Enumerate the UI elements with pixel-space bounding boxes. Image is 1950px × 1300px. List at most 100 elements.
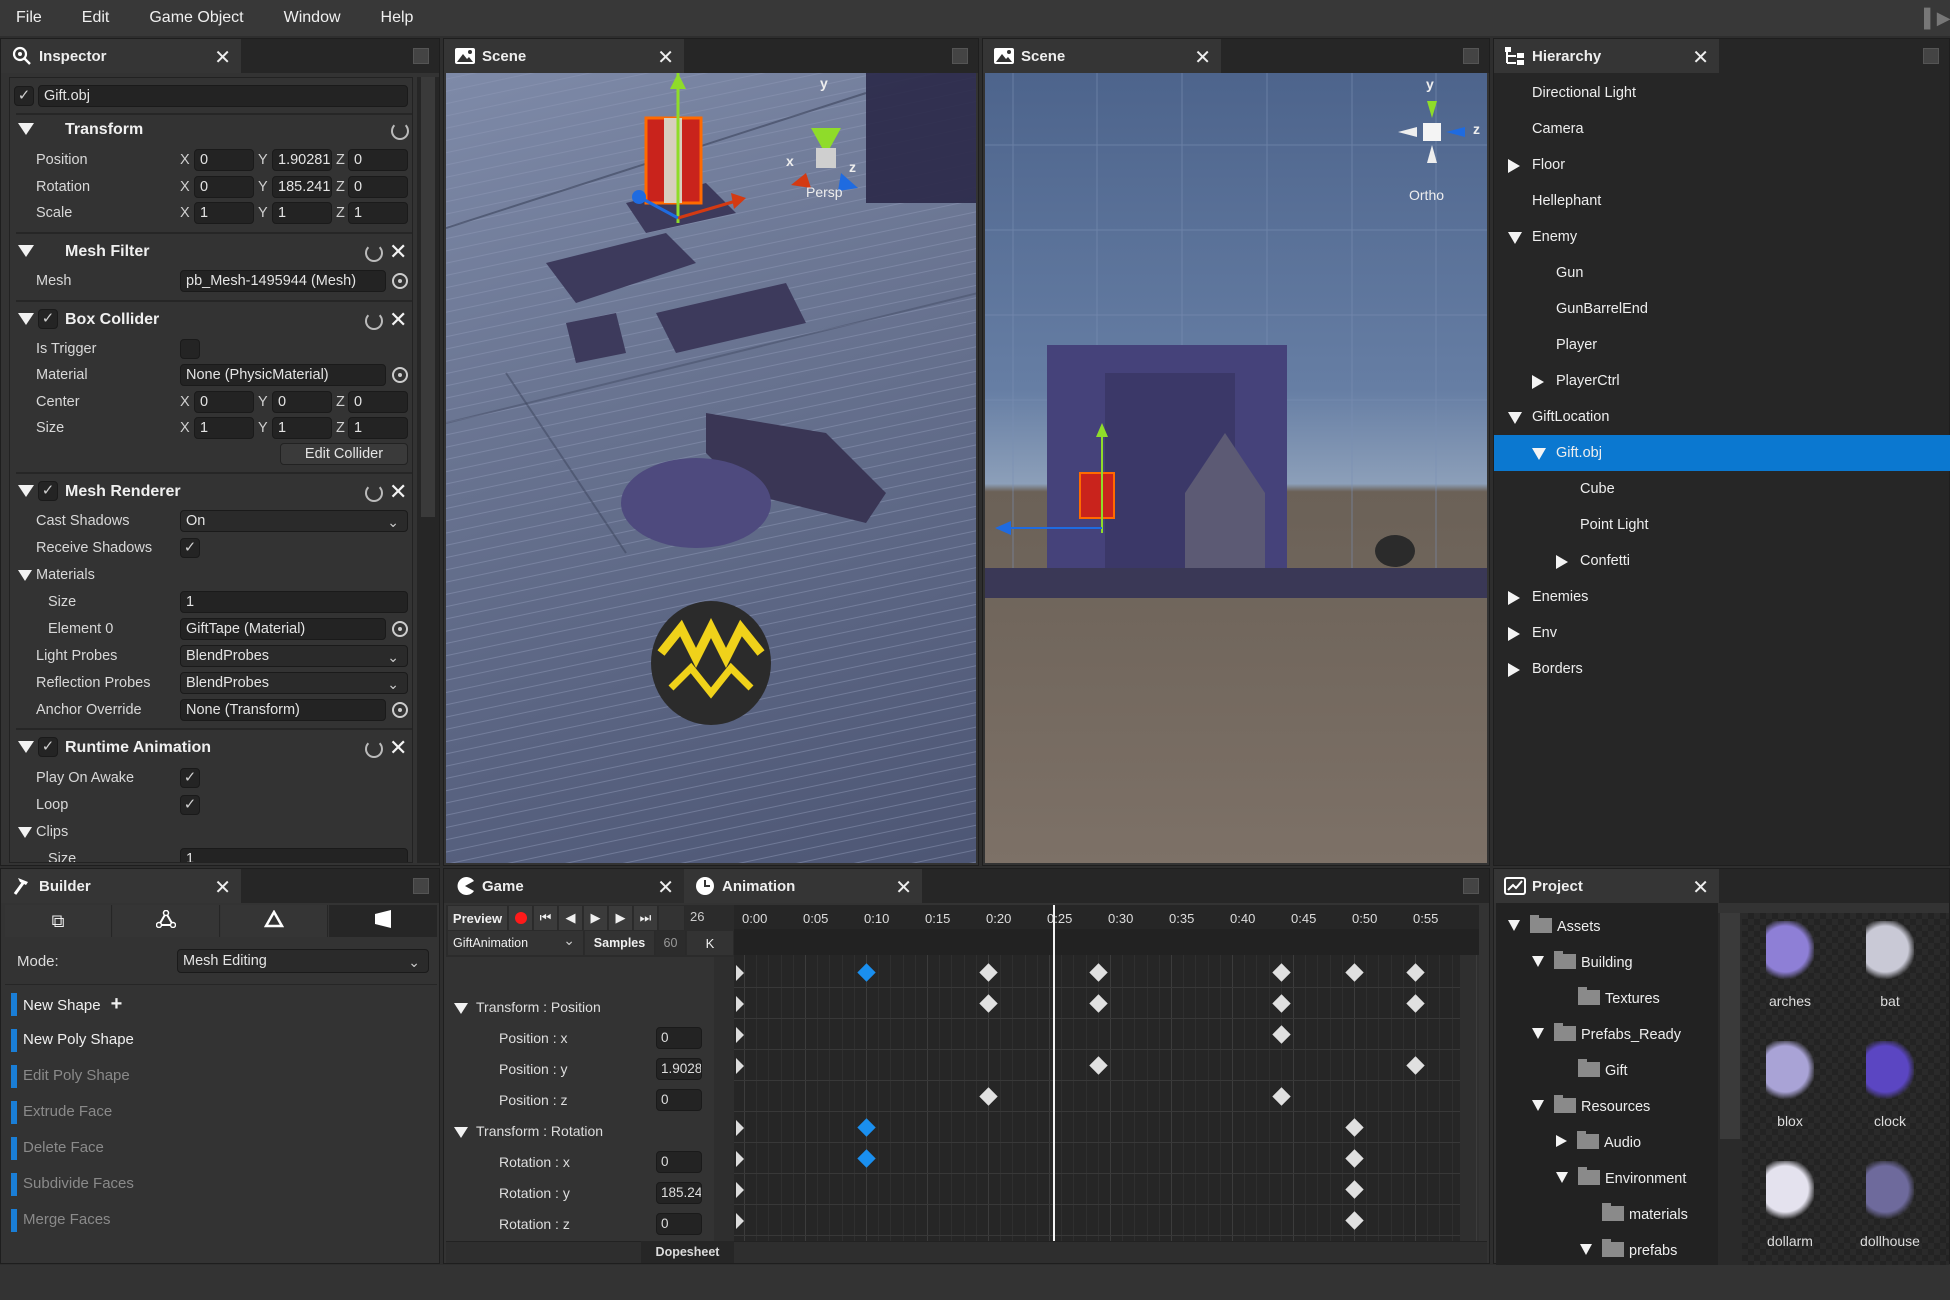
hierarchy-item[interactable]: Env bbox=[1494, 615, 1950, 651]
folder-item[interactable]: Assets bbox=[1508, 913, 1601, 941]
collapsed-arrow-icon[interactable] bbox=[1556, 555, 1568, 569]
mesh-renderer-header[interactable]: ✓ Mesh Renderer ✕ bbox=[10, 478, 412, 508]
maximize-icon[interactable] bbox=[413, 878, 429, 894]
keyframe[interactable] bbox=[1406, 963, 1425, 982]
maximize-icon[interactable] bbox=[1463, 878, 1479, 894]
reset-icon[interactable] bbox=[365, 484, 383, 502]
hierarchy-item[interactable]: GiftLocation bbox=[1494, 399, 1950, 435]
rotation-y-field[interactable]: 185.241 bbox=[272, 176, 332, 198]
scale-x-field[interactable]: 1 bbox=[194, 202, 254, 224]
plus-icon[interactable]: + bbox=[111, 993, 123, 1015]
hierarchy-item[interactable]: Point Light bbox=[1494, 507, 1950, 543]
expanded-arrow-icon[interactable] bbox=[1508, 232, 1522, 244]
element0-field[interactable]: GiftTape (Material) bbox=[180, 618, 386, 640]
asset-item[interactable]: dollarm bbox=[1742, 1153, 1838, 1263]
rotation-z-field[interactable]: 0 bbox=[348, 176, 408, 198]
reflection-probes-dropdown[interactable]: BlendProbes ⌄ bbox=[180, 672, 408, 694]
property-group-row[interactable]: Transform : Rotation bbox=[444, 1116, 734, 1147]
asset-item[interactable]: dollhouse bbox=[1842, 1153, 1938, 1263]
center-x-field[interactable]: 0 bbox=[194, 391, 254, 413]
menu-file[interactable]: File bbox=[16, 9, 42, 27]
size-z-field[interactable]: 1 bbox=[348, 417, 408, 439]
close-icon[interactable]: ✕ bbox=[1692, 875, 1709, 900]
tab-builder[interactable]: Builder ✕ bbox=[1, 869, 241, 903]
tab-hierarchy[interactable]: Hierarchy ✕ bbox=[1494, 39, 1719, 73]
collapse-arrow-icon[interactable] bbox=[454, 1127, 468, 1138]
dopesheet-tab[interactable]: Dopesheet bbox=[641, 1241, 734, 1263]
hierarchy-item[interactable]: Gun bbox=[1494, 255, 1950, 291]
size-y-field[interactable]: 1 bbox=[272, 417, 332, 439]
menu-edit[interactable]: Edit bbox=[82, 9, 110, 27]
inspector-scrollbar[interactable] bbox=[417, 77, 439, 863]
collapse-arrow-icon[interactable] bbox=[18, 827, 32, 838]
keyframe[interactable] bbox=[1345, 1180, 1364, 1199]
object-select-tool-button[interactable]: ⧉ bbox=[5, 905, 112, 937]
menu-window[interactable]: Window bbox=[284, 9, 341, 27]
remove-component-icon[interactable]: ✕ bbox=[389, 241, 407, 263]
preview-button[interactable]: Preview bbox=[448, 906, 508, 930]
tab-project[interactable]: Project ✕ bbox=[1494, 869, 1719, 903]
first-key-button[interactable]: ⏮ bbox=[534, 906, 558, 930]
builder-action-button[interactable]: Extrude Face bbox=[11, 1099, 112, 1125]
remove-component-icon[interactable]: ✕ bbox=[389, 737, 407, 759]
reset-icon[interactable] bbox=[365, 244, 383, 262]
samples-field[interactable]: 60 bbox=[656, 931, 686, 955]
keyframe[interactable] bbox=[1089, 963, 1108, 982]
expanded-arrow-icon[interactable] bbox=[1508, 920, 1520, 931]
builder-action-button[interactable]: Delete Face bbox=[11, 1135, 104, 1161]
reset-icon[interactable] bbox=[365, 740, 383, 758]
keyframe[interactable] bbox=[1345, 1149, 1364, 1168]
collapse-arrow-icon[interactable] bbox=[18, 123, 34, 135]
asset-item[interactable]: bat bbox=[1842, 913, 1938, 1023]
dopesheet-timeline[interactable]: 0:00 0:05 0:10 0:15 0:20 0:25 0:30 0:35 0:40 0:45… bbox=[734, 905, 1479, 1241]
builder-action-button[interactable]: New Shape + bbox=[11, 991, 122, 1017]
keyframe[interactable] bbox=[979, 963, 998, 982]
expanded-arrow-icon[interactable] bbox=[1556, 1172, 1568, 1183]
add-key-button[interactable]: K bbox=[687, 931, 734, 955]
hierarchy-item[interactable]: Floor bbox=[1494, 147, 1950, 183]
collapse-arrow-icon[interactable] bbox=[454, 1003, 468, 1014]
hierarchy-item[interactable]: GunBarrelEnd bbox=[1494, 291, 1950, 327]
folder-tree-scrollbar[interactable] bbox=[1718, 913, 1742, 1265]
menu-help[interactable]: Help bbox=[381, 9, 414, 27]
hierarchy-item[interactable]: Enemies bbox=[1494, 579, 1950, 615]
scene-viewport[interactable]: y z Ortho bbox=[985, 73, 1487, 863]
keyframe[interactable] bbox=[857, 1118, 876, 1137]
play-icon[interactable]: ▌▶ bbox=[1924, 8, 1950, 28]
hierarchy-item[interactable]: Camera bbox=[1494, 111, 1950, 147]
close-icon[interactable]: ✕ bbox=[657, 875, 674, 900]
tab-animation[interactable]: Animation ✕ bbox=[684, 869, 922, 903]
collapsed-arrow-icon[interactable] bbox=[1508, 627, 1520, 641]
hierarchy-item[interactable]: Enemy bbox=[1494, 219, 1950, 255]
builder-action-button[interactable]: Edit Poly Shape bbox=[11, 1063, 130, 1089]
mode-dropdown[interactable]: Mesh Editing ⌄ bbox=[177, 949, 429, 973]
vertex-select-tool-button[interactable] bbox=[113, 905, 220, 937]
collapse-arrow-icon[interactable] bbox=[18, 245, 34, 257]
reset-icon[interactable] bbox=[365, 312, 383, 330]
collapse-arrow-icon[interactable] bbox=[18, 570, 32, 581]
keyframe[interactable] bbox=[1089, 1056, 1108, 1075]
keyframe[interactable] bbox=[1406, 994, 1425, 1013]
menu-game-object[interactable]: Game Object bbox=[149, 9, 243, 27]
close-icon[interactable]: ✕ bbox=[214, 45, 231, 70]
keyframe[interactable] bbox=[1272, 994, 1291, 1013]
property-row[interactable]: Position : y 1.90281 bbox=[444, 1054, 734, 1085]
projection-label[interactable]: Ortho bbox=[1409, 187, 1444, 203]
scrollbar-thumb[interactable] bbox=[1720, 913, 1740, 1139]
expanded-arrow-icon[interactable] bbox=[1508, 412, 1522, 424]
collapsed-arrow-icon[interactable] bbox=[1508, 159, 1520, 173]
collapsed-arrow-icon[interactable] bbox=[1508, 591, 1520, 605]
folder-item[interactable]: materials bbox=[1580, 1201, 1688, 1229]
asset-item[interactable]: arches bbox=[1742, 913, 1838, 1023]
hierarchy-item[interactable]: Cube bbox=[1494, 471, 1950, 507]
object-active-checkbox[interactable]: ✓ bbox=[14, 86, 34, 106]
object-name-field[interactable]: Gift.obj bbox=[38, 85, 408, 107]
builder-action-button[interactable]: New Poly Shape bbox=[11, 1027, 134, 1053]
folder-item[interactable]: Audio bbox=[1556, 1129, 1641, 1157]
close-icon[interactable]: ✕ bbox=[895, 875, 912, 900]
materials-size-field[interactable]: 1 bbox=[180, 591, 408, 613]
component-enabled-checkbox[interactable]: ✓ bbox=[38, 481, 58, 501]
close-icon[interactable]: ✕ bbox=[657, 45, 674, 70]
property-row[interactable]: Position : x 0 bbox=[444, 1023, 734, 1054]
keyframe[interactable] bbox=[979, 1087, 998, 1106]
